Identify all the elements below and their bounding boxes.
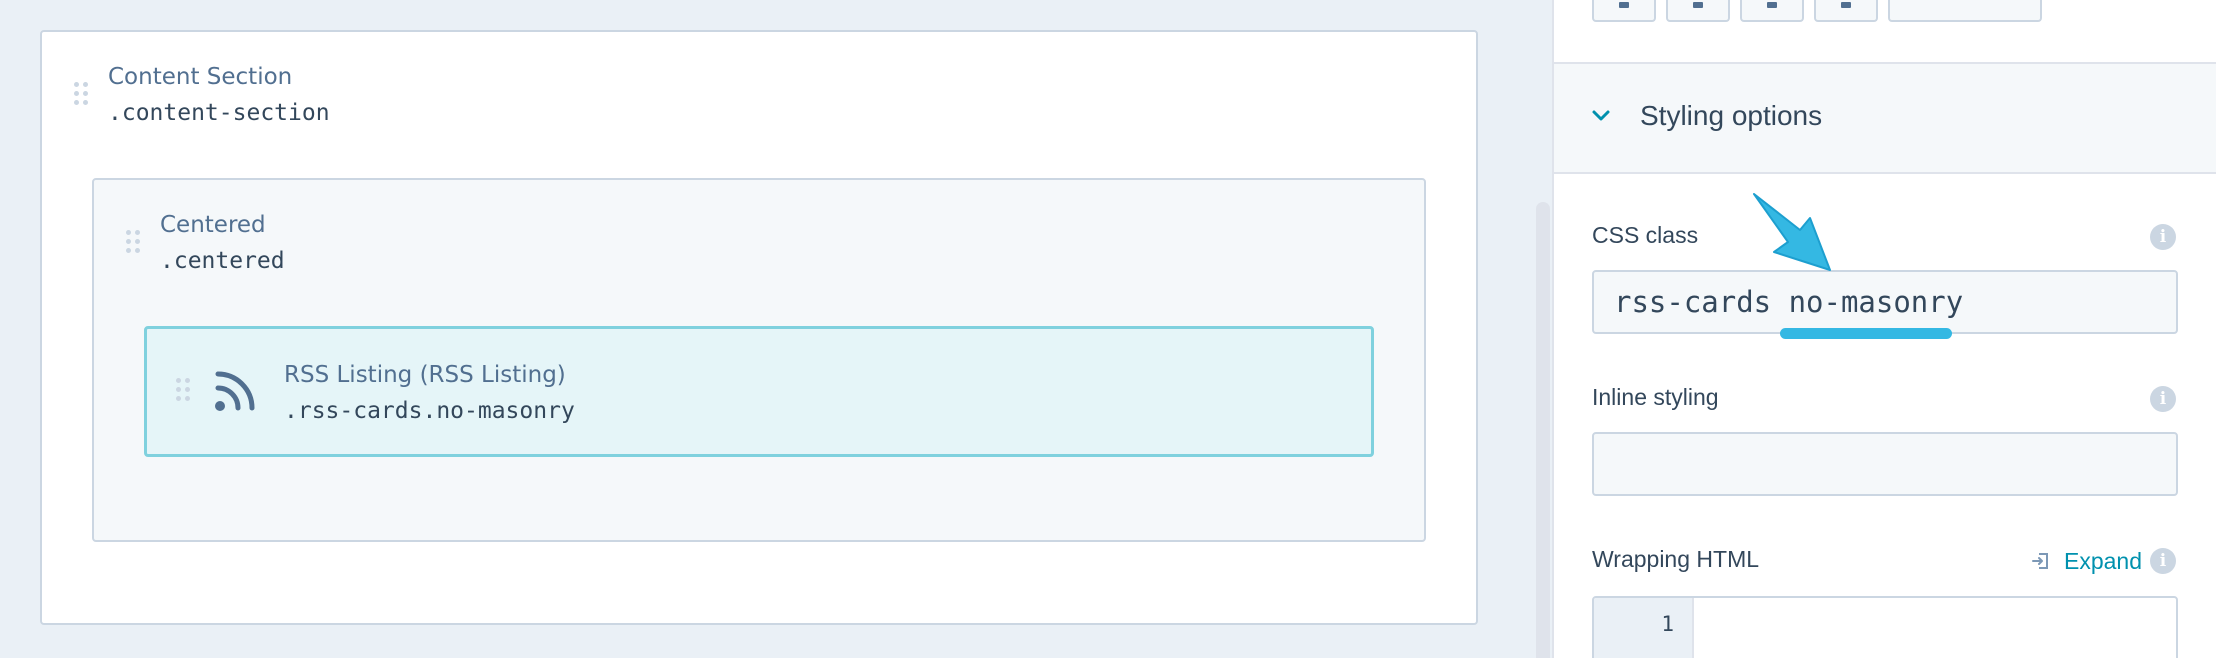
chevron-down-icon <box>1592 110 1610 121</box>
drag-handle-content-section[interactable] <box>74 82 88 112</box>
toolbar-icon <box>1767 2 1777 8</box>
content-section-class: .content-section <box>108 100 330 126</box>
styling-options-toggle[interactable]: Styling options <box>1554 64 2216 174</box>
toolbar-button-1[interactable] <box>1592 0 1656 22</box>
info-icon[interactable]: i <box>2150 548 2176 574</box>
centered-title: Centered <box>160 212 266 238</box>
line-number-gutter: 1 <box>1594 598 1694 658</box>
line-number: 1 <box>1661 612 1674 636</box>
drag-handle-rss-listing[interactable] <box>176 378 190 408</box>
toolbar-icon <box>1619 2 1629 8</box>
drag-handle-centered[interactable] <box>126 230 140 260</box>
annotation-arrow-icon <box>1753 193 1831 271</box>
rss-listing-class: .rss-cards.no-masonry <box>284 398 575 424</box>
expand-link[interactable]: Expand <box>2064 548 2142 575</box>
rss-icon <box>215 371 255 411</box>
info-icon[interactable]: i <box>2150 386 2176 412</box>
annotation-underline <box>1780 328 1952 339</box>
toolbar-button-4[interactable] <box>1814 0 1878 22</box>
styling-options-title: Styling options <box>1640 100 1823 131</box>
rss-listing-module[interactable] <box>144 326 1374 457</box>
css-class-label: CSS class <box>1592 222 1699 248</box>
toolbar-icon <box>1693 2 1703 8</box>
toolbar-button-3[interactable] <box>1740 0 1804 22</box>
inline-styling-label: Inline styling <box>1592 384 1719 410</box>
canvas-scrollbar[interactable] <box>1536 202 1550 658</box>
toolbar-icon <box>1841 2 1851 8</box>
expand-icon[interactable] <box>2030 550 2052 572</box>
rss-listing-title: RSS Listing (RSS Listing) <box>284 362 566 388</box>
content-section-title: Content Section <box>108 64 293 90</box>
toolbar-button-5[interactable] <box>1888 0 2042 22</box>
wrapping-html-editor[interactable]: 1 <box>1592 596 2178 658</box>
toolbar-button-2[interactable] <box>1666 0 1730 22</box>
wrapping-html-label: Wrapping HTML <box>1592 546 1760 572</box>
layout-canvas: Content Section .content-section Centere… <box>0 0 1552 658</box>
css-class-input[interactable] <box>1592 270 2178 334</box>
inline-styling-input[interactable] <box>1592 432 2178 496</box>
info-icon[interactable]: i <box>2150 224 2176 250</box>
centered-class: .centered <box>160 248 285 274</box>
